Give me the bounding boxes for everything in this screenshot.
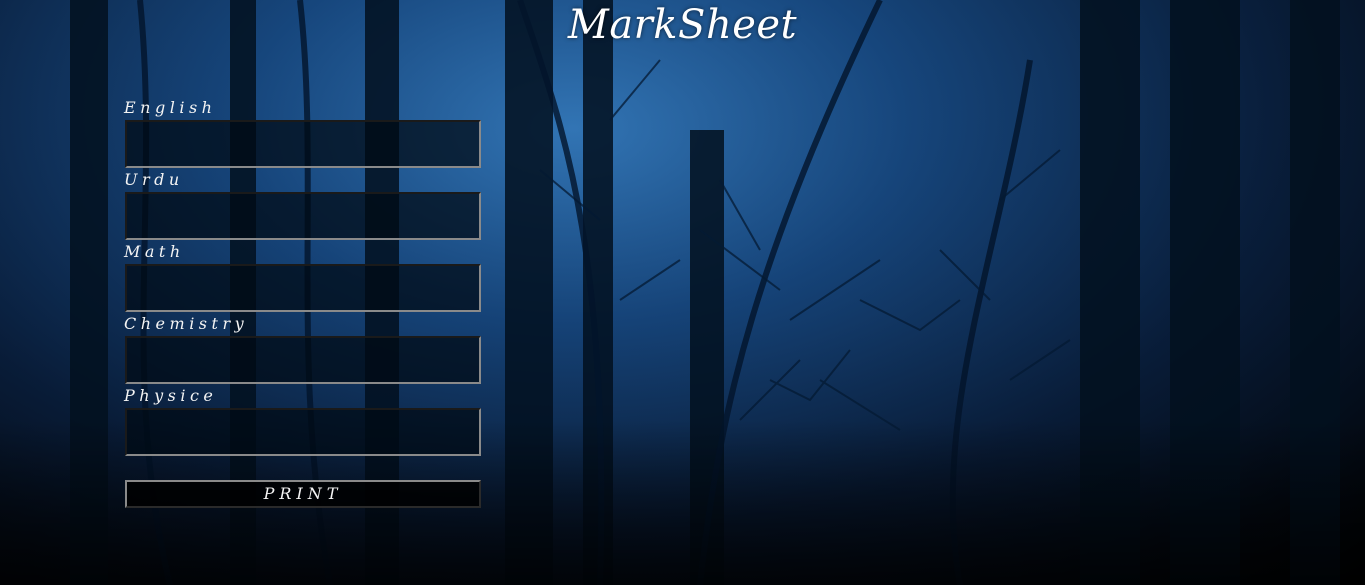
- math-field-group: Math: [123, 240, 483, 312]
- urdu-label: Urdu: [124, 170, 184, 189]
- chemistry-field-group: Chemistry: [123, 312, 483, 384]
- english-input[interactable]: [125, 120, 481, 168]
- print-button[interactable]: PRINT: [125, 480, 481, 508]
- physice-label: Physice: [124, 386, 218, 405]
- math-input[interactable]: [125, 264, 481, 312]
- urdu-input[interactable]: [125, 192, 481, 240]
- math-label: Math: [124, 242, 185, 261]
- english-label: English: [124, 98, 217, 117]
- english-field-group: English: [123, 96, 483, 168]
- physice-field-group: Physice: [123, 384, 483, 456]
- page-title: MarkSheet: [567, 2, 798, 48]
- chemistry-label: Chemistry: [124, 314, 249, 333]
- chemistry-input[interactable]: [125, 336, 481, 384]
- physice-input[interactable]: [125, 408, 481, 456]
- marks-form: English Urdu Math Chemistry Physice: [123, 96, 483, 456]
- urdu-field-group: Urdu: [123, 168, 483, 240]
